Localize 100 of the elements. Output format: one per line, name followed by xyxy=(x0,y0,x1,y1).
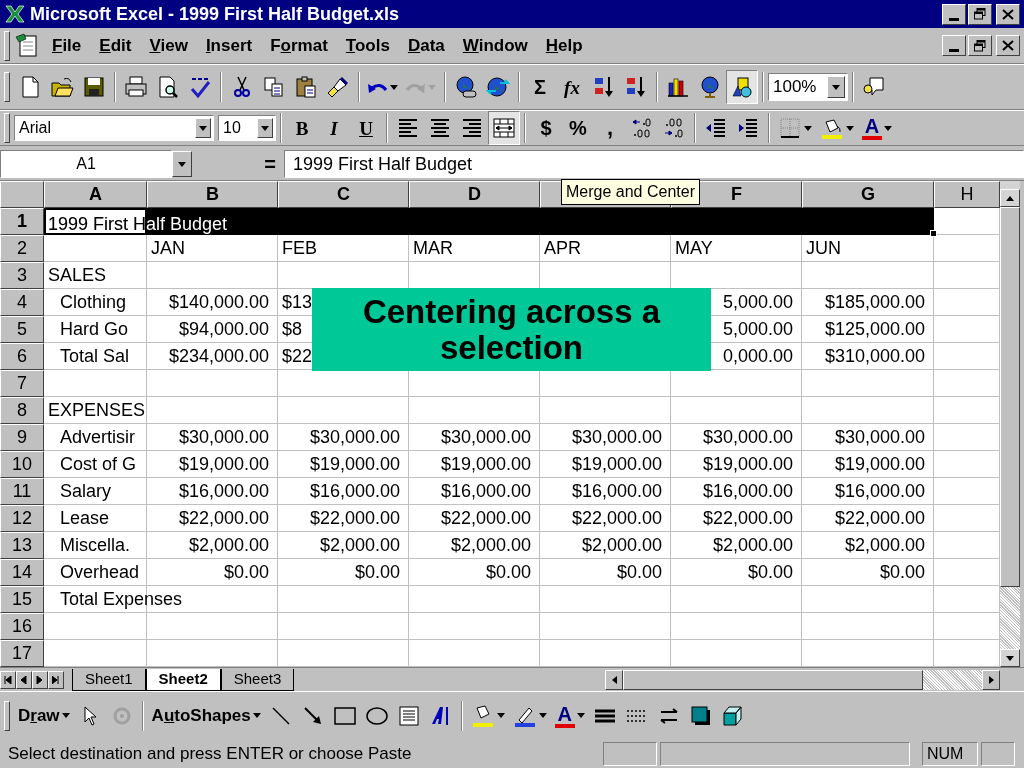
column-header[interactable]: A xyxy=(44,181,147,208)
tab-scroll-end-button[interactable] xyxy=(48,670,64,689)
select-all-button[interactable] xyxy=(0,181,44,208)
caret-icon[interactable] xyxy=(199,125,207,131)
row-header[interactable]: 6 xyxy=(0,343,44,370)
scroll-thumb[interactable] xyxy=(623,669,923,690)
paint-bucket-icon xyxy=(470,703,495,728)
scroll-right-button[interactable] xyxy=(982,669,1000,690)
caret-icon[interactable] xyxy=(261,125,269,131)
font-color-button[interactable]: A xyxy=(550,698,589,733)
caret-icon[interactable] xyxy=(884,125,892,131)
vertical-scrollbar[interactable] xyxy=(1000,181,1020,667)
horizontal-scrollbar[interactable] xyxy=(605,669,1000,690)
menu-item[interactable]: Format xyxy=(270,32,328,59)
caret-icon[interactable] xyxy=(252,713,261,718)
row-header[interactable]: 14 xyxy=(0,559,44,586)
function-button[interactable]: fx xyxy=(556,70,588,104)
font-dropdown[interactable]: Arial xyxy=(14,115,214,141)
caret-icon[interactable] xyxy=(178,161,186,167)
sort-ascending-icon xyxy=(592,75,616,99)
row-header[interactable]: 12 xyxy=(0,505,44,532)
scroll-track[interactable] xyxy=(923,669,982,690)
caret-icon[interactable] xyxy=(576,713,585,718)
menu-item[interactable]: Tools xyxy=(345,32,390,59)
formula-input[interactable]: 1999 First Half Budget xyxy=(284,150,1024,178)
tab-scroll-end-button[interactable] xyxy=(0,670,16,689)
column-header[interactable]: B xyxy=(147,181,278,208)
status-panel xyxy=(981,742,1015,766)
row-header[interactable]: 8 xyxy=(0,397,44,424)
merge-and-center-button[interactable] xyxy=(488,111,520,145)
close-button[interactable] xyxy=(996,3,1020,25)
autosum-button[interactable]: Σ xyxy=(524,70,556,104)
row-header[interactable]: 7 xyxy=(0,370,44,397)
column-header[interactable]: C xyxy=(278,181,409,208)
caret-icon[interactable] xyxy=(804,125,812,131)
table-cell-text: $30,000.00 xyxy=(178,425,269,449)
row-header[interactable]: 11 xyxy=(0,478,44,505)
row-header[interactable]: 17 xyxy=(0,640,44,667)
row-header[interactable]: 16 xyxy=(0,613,44,640)
italic-button[interactable]: I xyxy=(318,111,350,145)
menu-item[interactable]: Data xyxy=(407,32,445,59)
scroll-left-button[interactable] xyxy=(605,669,623,690)
tab-scroll-button[interactable] xyxy=(16,670,32,689)
row-header[interactable]: 3 xyxy=(0,262,44,289)
menu-item[interactable]: Window xyxy=(462,32,528,59)
sheet-tab[interactable]: Sheet2 xyxy=(145,669,221,691)
row-header[interactable]: 5 xyxy=(0,316,44,343)
comma-button[interactable]: , xyxy=(594,111,626,145)
minimize-button[interactable] xyxy=(942,35,966,56)
caret-icon[interactable] xyxy=(61,713,70,718)
font-size-dropdown[interactable]: 10 xyxy=(218,115,276,141)
row-header[interactable]: 4 xyxy=(0,289,44,316)
row-header[interactable]: 13 xyxy=(0,532,44,559)
table-cell-text: $234,000.00 xyxy=(168,344,269,368)
menu-item[interactable]: View xyxy=(149,32,188,59)
column-header[interactable]: D xyxy=(409,181,540,208)
name-box[interactable]: A1 xyxy=(0,150,172,178)
column-header[interactable]: G xyxy=(802,181,934,208)
row-header[interactable]: 10 xyxy=(0,451,44,478)
autoshapes-menu-button[interactable]: AutoShapes xyxy=(147,698,265,733)
sheet-tab[interactable]: Sheet3 xyxy=(220,669,295,691)
status-panel xyxy=(603,742,657,766)
minimize-button[interactable] xyxy=(942,3,966,25)
restore-button[interactable] xyxy=(968,3,992,25)
scroll-down-button[interactable] xyxy=(1000,649,1020,667)
table-cell-text: EXPENSES xyxy=(48,398,146,422)
menu-item[interactable]: Edit xyxy=(99,32,132,59)
row-header[interactable]: 2 xyxy=(0,235,44,262)
caret-icon[interactable] xyxy=(832,84,840,90)
sheet-tab[interactable]: Sheet1 xyxy=(72,669,146,691)
scroll-up-button[interactable] xyxy=(1000,189,1020,207)
bold-button[interactable]: B xyxy=(286,111,318,145)
tab-scroll-button[interactable] xyxy=(32,670,48,689)
draw-menu-button[interactable]: Draw xyxy=(14,698,74,733)
row-header[interactable]: 9 xyxy=(0,424,44,451)
table-cell-text: $0.00 xyxy=(485,560,531,584)
menu-item[interactable]: Insert xyxy=(205,32,253,59)
row-header[interactable]: 15 xyxy=(0,586,44,613)
caret-icon[interactable] xyxy=(538,713,547,718)
scroll-thumb[interactable] xyxy=(1000,207,1020,587)
restore-button[interactable] xyxy=(968,35,992,56)
menu-item[interactable]: File xyxy=(52,32,82,59)
currency-button[interactable]: $ xyxy=(530,111,562,145)
row-header[interactable]: 1 xyxy=(0,208,44,235)
caret-icon[interactable] xyxy=(846,125,854,131)
table-cell-text: $30,000.00 xyxy=(440,425,531,449)
zoom-dropdown[interactable]: 100% xyxy=(768,73,848,101)
table-cell-text: $16,000.00 xyxy=(440,479,531,503)
percent-button[interactable]: % xyxy=(562,111,594,145)
caret-icon[interactable] xyxy=(496,713,505,718)
table-cell-text: $22,000.00 xyxy=(834,506,925,530)
drawing-button[interactable] xyxy=(726,70,758,104)
menu-item[interactable]: Help xyxy=(545,32,583,59)
caret-icon[interactable] xyxy=(390,84,398,90)
name-box-dropdown-button[interactable] xyxy=(172,151,192,177)
close-button[interactable] xyxy=(996,35,1020,56)
font-color-button[interactable]: A xyxy=(858,111,896,145)
column-header[interactable]: H xyxy=(934,181,1000,208)
fill-handle[interactable] xyxy=(930,230,937,237)
underline-button[interactable]: U xyxy=(350,111,382,145)
